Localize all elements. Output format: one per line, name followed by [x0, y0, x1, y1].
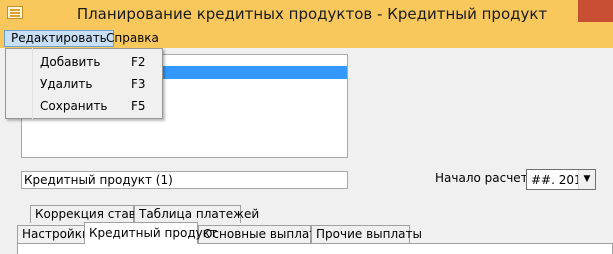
tab-payment-table[interactable]: Таблица платежей [134, 205, 259, 223]
menu-item-add[interactable]: Добавить [40, 55, 100, 69]
menu-icon-gutter [5, 48, 33, 119]
tab-settings[interactable]: Настройки [17, 225, 90, 243]
tab-credit-product[interactable]: Кредитный продукт [84, 222, 217, 244]
menu-item-delete[interactable]: Удалить [40, 77, 93, 91]
menu-help[interactable]: Справка [100, 30, 165, 47]
app-icon[interactable] [7, 6, 23, 19]
menu-item-save[interactable]: Сохранить [40, 99, 108, 113]
close-button[interactable] [578, 0, 613, 22]
window-title: Планирование кредитных продуктов - Креди… [76, 5, 548, 23]
menu-shortcut-save: F5 [131, 99, 146, 113]
tab-panel [17, 243, 613, 254]
menu-shortcut-delete: F3 [131, 77, 146, 91]
calc-start-label: Начало расчета: [435, 171, 540, 185]
dropdown-arrow-icon[interactable]: ▼ [578, 170, 595, 189]
menu-shortcut-add: F2 [131, 55, 146, 69]
menu-edit[interactable]: Редактировать [4, 30, 114, 47]
list-item-selected[interactable] [163, 66, 347, 79]
product-name-input[interactable]: Кредитный продукт (1) [21, 171, 348, 189]
tab-rate-correction[interactable]: Коррекция ставки [30, 205, 151, 223]
tab-other-payments[interactable]: Прочие выплаты [311, 225, 422, 243]
